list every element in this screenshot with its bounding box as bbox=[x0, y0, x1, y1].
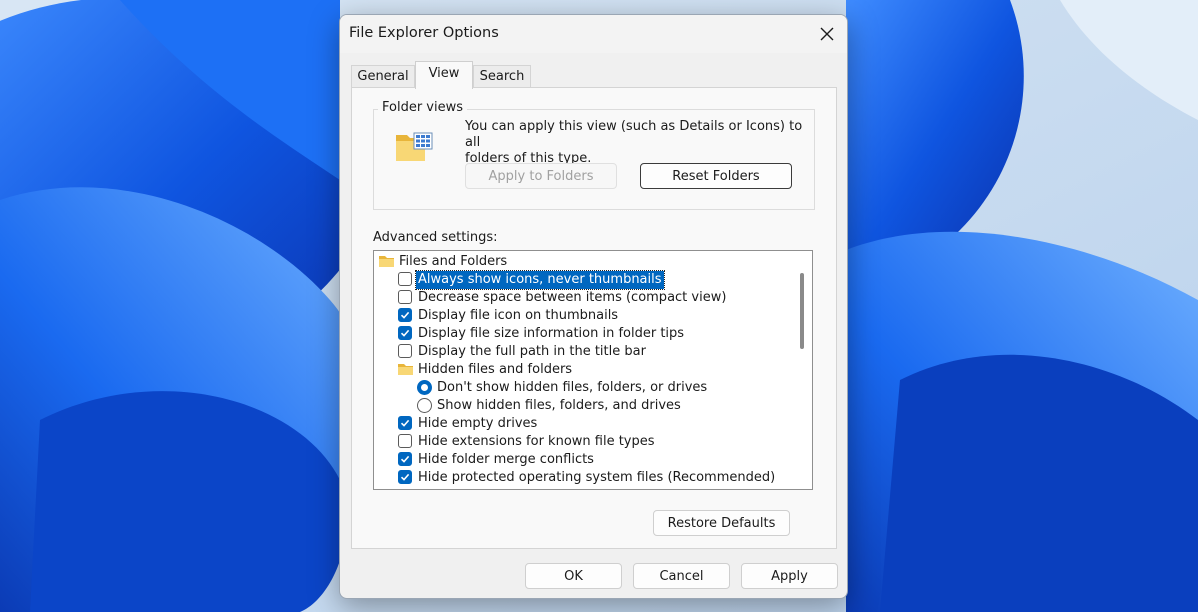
checkbox[interactable] bbox=[398, 434, 412, 448]
checkbox[interactable] bbox=[398, 470, 412, 484]
tree-item-label: Always show icons, never thumbnails bbox=[415, 270, 665, 290]
tree-item-label: Hidden files and folders bbox=[418, 362, 573, 377]
tree-checkbox-item[interactable]: Hide protected operating system files (R… bbox=[374, 469, 794, 487]
tree-checkbox-item[interactable]: Display the full path in the title bar bbox=[374, 343, 794, 361]
advanced-settings-label: Advanced settings: bbox=[373, 230, 498, 245]
tree-item-label: Don't show hidden files, folders, or dri… bbox=[437, 380, 708, 395]
view-tab-panel: Folder views You can apply this view (su… bbox=[351, 87, 837, 549]
tree-checkbox-item[interactable]: Display file size information in folder … bbox=[374, 325, 794, 343]
tab-strip: General View Search bbox=[351, 61, 841, 89]
apply-to-folders-button[interactable]: Apply to Folders bbox=[465, 163, 617, 189]
folder-views-description-line1: You can apply this view (such as Details… bbox=[465, 119, 803, 150]
tree-item-label: Hide extensions for known file types bbox=[418, 434, 655, 449]
apply-button[interactable]: Apply bbox=[741, 563, 838, 589]
tree-checkbox-item[interactable]: Hide extensions for known file types bbox=[374, 433, 794, 451]
checkbox[interactable] bbox=[398, 290, 412, 304]
folder-icon bbox=[379, 256, 394, 267]
tree-checkbox-item[interactable]: Hide empty drives bbox=[374, 415, 794, 433]
close-icon bbox=[820, 27, 834, 41]
tree-radio-item[interactable]: Don't show hidden files, folders, or dri… bbox=[374, 379, 794, 397]
checkmark-icon bbox=[400, 419, 410, 427]
radio-button[interactable] bbox=[417, 398, 432, 413]
checkbox[interactable] bbox=[398, 308, 412, 322]
tree-item-label: Hide empty drives bbox=[418, 416, 538, 431]
tree-checkbox-item[interactable]: Display file icon on thumbnails bbox=[374, 307, 794, 325]
restore-defaults-button[interactable]: Restore Defaults bbox=[653, 510, 790, 536]
file-explorer-options-dialog: File Explorer Options General View Searc… bbox=[339, 14, 848, 599]
close-button[interactable] bbox=[811, 19, 843, 49]
tree-radio-item[interactable]: Show hidden files, folders, and drives bbox=[374, 397, 794, 415]
checkmark-icon bbox=[400, 311, 410, 319]
folder-views-label: Folder views bbox=[378, 100, 468, 115]
reset-folders-button[interactable]: Reset Folders bbox=[640, 163, 792, 189]
advanced-settings-tree[interactable]: Files and Folders Always show icons, neve… bbox=[373, 250, 813, 490]
tab-view[interactable]: View bbox=[415, 61, 473, 89]
tree-item-label: Show hidden files, folders, and drives bbox=[437, 398, 681, 413]
radio-button[interactable] bbox=[417, 380, 432, 395]
tab-search[interactable]: Search bbox=[473, 65, 531, 88]
tree-item-label: Display the full path in the title bar bbox=[418, 344, 646, 359]
tree-item-label: Display file size information in folder … bbox=[418, 326, 685, 341]
checkbox[interactable] bbox=[398, 452, 412, 466]
checkbox[interactable] bbox=[398, 272, 412, 286]
checkbox[interactable] bbox=[398, 416, 412, 430]
folder-views-description: You can apply this view (such as Details… bbox=[465, 119, 805, 167]
checkbox[interactable] bbox=[398, 344, 412, 358]
folder-views-icon bbox=[396, 132, 433, 161]
tree-checkbox-item[interactable]: Decrease space between items (compact vi… bbox=[374, 289, 794, 307]
tree-folder-item: Files and Folders bbox=[374, 253, 794, 271]
tree-item-label: Hide protected operating system files (R… bbox=[418, 470, 776, 485]
tree-item-label: Display file icon on thumbnails bbox=[418, 308, 619, 323]
checkmark-icon bbox=[400, 329, 410, 337]
dialog-title: File Explorer Options bbox=[349, 25, 499, 41]
vertical-scrollbar[interactable] bbox=[792, 251, 812, 489]
ok-button[interactable]: OK bbox=[525, 563, 622, 589]
tree-item-label: Files and Folders bbox=[399, 254, 508, 269]
tree-item-label: Hide folder merge conflicts bbox=[418, 452, 594, 467]
folder-views-group: Folder views You can apply this view (su… bbox=[373, 100, 815, 210]
tree-folder-item: Hidden files and folders bbox=[374, 361, 794, 379]
tree-checkbox-item[interactable]: Always show icons, never thumbnails bbox=[374, 270, 794, 290]
folder-icon bbox=[398, 364, 413, 375]
cancel-button[interactable]: Cancel bbox=[633, 563, 730, 589]
tree-item-label: Decrease space between items (compact vi… bbox=[418, 290, 727, 305]
tree-checkbox-item[interactable]: Hide folder merge conflicts bbox=[374, 451, 794, 469]
scrollbar-thumb[interactable] bbox=[800, 273, 804, 349]
tab-general[interactable]: General bbox=[351, 65, 415, 88]
checkmark-icon bbox=[400, 455, 410, 463]
title-bar[interactable]: File Explorer Options bbox=[340, 15, 847, 53]
checkbox[interactable] bbox=[398, 326, 412, 340]
checkmark-icon bbox=[400, 473, 410, 481]
